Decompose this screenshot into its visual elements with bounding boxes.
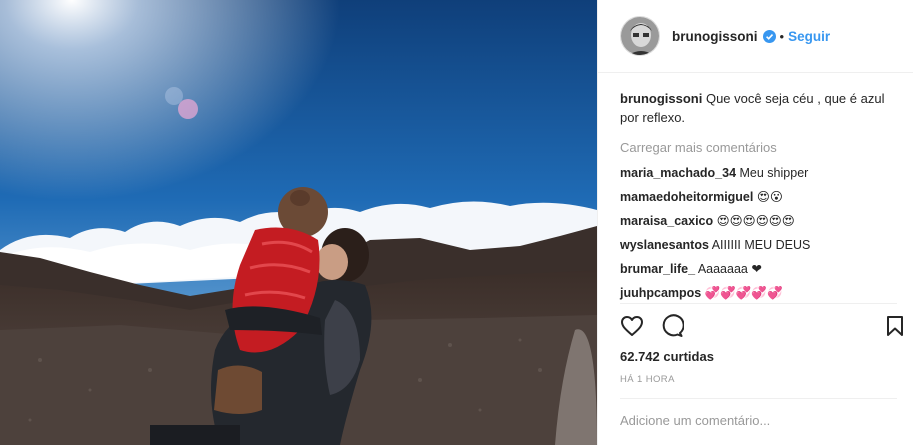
comment: maraisa_caxico 😍😍😍😍😍😍: [620, 212, 897, 231]
caption-username[interactable]: brunogissoni: [620, 91, 702, 106]
comment: maria_machado_34 Meu shipper: [620, 164, 897, 183]
comment-username[interactable]: mamaedoheitormiguel: [620, 190, 753, 204]
comment: brumar_life_ Aaaaaaa ❤: [620, 260, 897, 279]
separator-dot: •: [779, 28, 785, 44]
comment: mamaedoheitormiguel 😍😮: [620, 188, 897, 207]
verified-badge-icon: [762, 29, 776, 43]
follow-button[interactable]: Seguir: [788, 29, 830, 44]
post-actions: [620, 314, 684, 338]
comment-text: 😍😮: [753, 190, 783, 204]
divider: [620, 398, 897, 399]
comment-username[interactable]: maraisa_caxico: [620, 214, 713, 228]
comment-text: 😍😍😍😍😍😍: [713, 214, 795, 228]
avatar[interactable]: [620, 16, 660, 56]
divider: [620, 303, 897, 304]
comments-list: brunogissoni Que você seja céu , que é a…: [598, 73, 913, 303]
add-comment-input[interactable]: [620, 413, 890, 428]
comment-text: Meu shipper: [736, 166, 809, 180]
post-sidebar: brunogissoni • Seguir brunogissoni Que v…: [597, 0, 913, 445]
username[interactable]: brunogissoni: [672, 29, 758, 44]
comment-text: AIIIIII MEU DEUS: [708, 238, 811, 252]
comment-text: 💞💞💞💞💞: [701, 286, 783, 300]
comment-username[interactable]: maria_machado_34: [620, 166, 736, 180]
comment-username[interactable]: wyslanesantos: [620, 238, 709, 252]
instagram-post: brunogissoni • Seguir brunogissoni Que v…: [0, 0, 913, 445]
bookmark-icon[interactable]: [885, 315, 905, 340]
avatar-image: [621, 17, 659, 55]
comment: juuhpcampos 💞💞💞💞💞: [620, 284, 897, 303]
likes-count[interactable]: 62.742 curtidas: [620, 349, 714, 364]
post-photo[interactable]: [0, 0, 597, 445]
post-timestamp[interactable]: HÁ 1 HORA: [620, 374, 675, 385]
comment-bubble-icon[interactable]: [660, 314, 684, 338]
load-more-comments-button[interactable]: Carregar mais comentários: [620, 140, 897, 156]
post-caption: brunogissoni Que você seja céu , que é a…: [620, 89, 897, 127]
post-header: brunogissoni • Seguir: [598, 0, 913, 73]
heart-icon[interactable]: [620, 314, 644, 338]
comment-username[interactable]: brumar_life_: [620, 262, 695, 276]
comment: wyslanesantos AIIIIII MEU DEUS: [620, 236, 897, 255]
photo-scene: [0, 0, 597, 445]
comment-text: Aaaaaaa ❤: [695, 262, 762, 276]
comment-username[interactable]: juuhpcampos: [620, 286, 701, 300]
